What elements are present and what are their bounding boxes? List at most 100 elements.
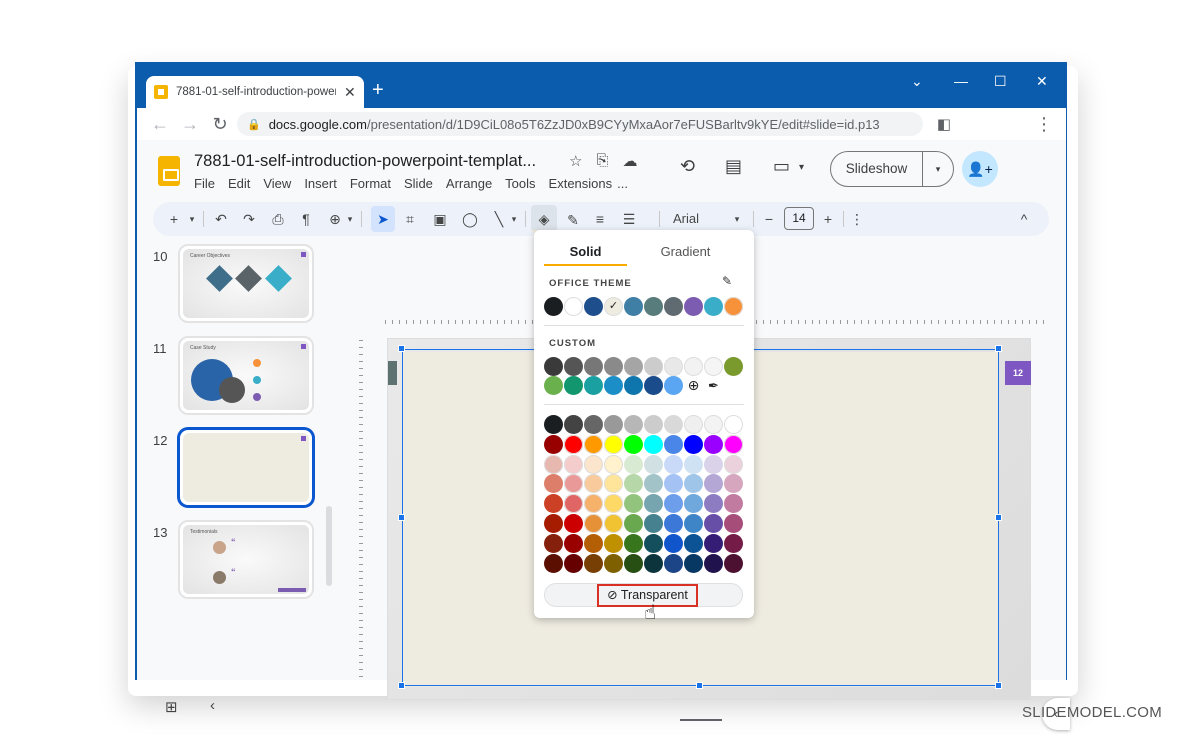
resize-handle[interactable]: [995, 682, 1002, 689]
resize-handle[interactable]: [398, 514, 405, 521]
edit-theme-icon[interactable]: ✎: [722, 274, 732, 288]
tab-solid[interactable]: Solid: [544, 240, 627, 266]
palette-color-swatch[interactable]: [584, 494, 603, 514]
theme-color-swatch[interactable]: [664, 297, 683, 316]
menu-view[interactable]: View: [263, 176, 291, 191]
palette-color-swatch[interactable]: [604, 474, 623, 494]
menu-extensions[interactable]: Extensions: [549, 176, 613, 191]
theme-color-swatch[interactable]: [724, 297, 743, 316]
custom-color-swatch[interactable]: [584, 357, 603, 376]
palette-color-swatch[interactable]: [644, 514, 663, 533]
palette-color-swatch[interactable]: [564, 434, 583, 454]
palette-color-swatch[interactable]: [704, 454, 723, 474]
palette-color-swatch[interactable]: [584, 434, 603, 454]
zoom-caret[interactable]: ▾: [345, 202, 355, 236]
move-folder-icon[interactable]: ⎘: [596, 152, 608, 170]
vertical-ruler[interactable]: [349, 340, 363, 680]
custom-color-swatch[interactable]: [624, 357, 643, 376]
new-slide-caret[interactable]: ▾: [187, 202, 197, 236]
tab-search-icon[interactable]: ⌄: [911, 73, 923, 90]
palette-color-swatch[interactable]: [564, 474, 583, 494]
palette-color-swatch[interactable]: [624, 533, 643, 553]
slide-thumbnail-11[interactable]: Case Study: [178, 336, 314, 415]
palette-color-swatch[interactable]: [544, 415, 563, 434]
resize-handle[interactable]: [995, 345, 1002, 352]
palette-color-swatch[interactable]: [664, 533, 683, 553]
custom-color-swatch[interactable]: [724, 357, 743, 376]
palette-color-swatch[interactable]: [684, 454, 703, 474]
url-input[interactable]: 🔒 docs.google.com /presentation/d/1D9CiL…: [237, 112, 923, 136]
palette-color-swatch[interactable]: [564, 494, 583, 514]
palette-color-swatch[interactable]: [604, 533, 623, 553]
palette-color-swatch[interactable]: [684, 553, 703, 573]
palette-color-swatch[interactable]: [724, 434, 743, 454]
palette-color-swatch[interactable]: [644, 474, 663, 494]
palette-color-swatch[interactable]: [564, 415, 583, 434]
eyedropper-icon[interactable]: ✒: [704, 376, 723, 395]
palette-color-swatch[interactable]: [624, 474, 643, 494]
menu-format[interactable]: Format: [350, 176, 391, 191]
custom-color-swatch[interactable]: [604, 357, 623, 376]
theme-color-swatch[interactable]: [544, 297, 563, 316]
menu-edit[interactable]: Edit: [228, 176, 250, 191]
collapse-filmstrip-icon[interactable]: ‹: [210, 697, 215, 714]
palette-color-swatch[interactable]: [724, 415, 743, 434]
custom-color-swatch[interactable]: [684, 357, 703, 376]
palette-color-swatch[interactable]: [644, 415, 663, 434]
custom-color-swatch[interactable]: [704, 357, 723, 376]
menu-arrange[interactable]: Arrange: [446, 176, 492, 191]
slide-thumbnail-12[interactable]: [178, 428, 314, 507]
palette-color-swatch[interactable]: [704, 494, 723, 514]
theme-color-swatch[interactable]: [624, 297, 643, 316]
palette-color-swatch[interactable]: [604, 514, 623, 533]
version-history-icon[interactable]: ⟲: [680, 156, 695, 177]
star-icon[interactable]: ☆: [569, 152, 582, 170]
line-caret[interactable]: ▾: [509, 202, 519, 236]
palette-color-swatch[interactable]: [724, 514, 743, 533]
meet-icon[interactable]: ▭: [773, 156, 790, 177]
menu-file[interactable]: File: [194, 176, 215, 191]
palette-color-swatch[interactable]: [664, 474, 683, 494]
tab-close-icon[interactable]: ✕: [344, 84, 356, 101]
palette-color-swatch[interactable]: [564, 514, 583, 533]
share-button[interactable]: 👤+: [962, 151, 998, 187]
palette-color-swatch[interactable]: [724, 533, 743, 553]
palette-color-swatch[interactable]: [704, 434, 723, 454]
palette-color-swatch[interactable]: [544, 533, 563, 553]
palette-color-swatch[interactable]: [704, 514, 723, 533]
palette-color-swatch[interactable]: [664, 494, 683, 514]
palette-color-swatch[interactable]: [584, 533, 603, 553]
increase-font-size-button[interactable]: +: [820, 202, 836, 236]
palette-color-swatch[interactable]: [644, 553, 663, 573]
slideshow-options-caret[interactable]: ▾: [923, 164, 953, 175]
speaker-notes-handle[interactable]: [680, 719, 722, 721]
palette-color-swatch[interactable]: [604, 494, 623, 514]
palette-color-swatch[interactable]: [624, 415, 643, 434]
resize-handle[interactable]: [398, 345, 405, 352]
palette-color-swatch[interactable]: [684, 434, 703, 454]
reload-button[interactable]: ↻: [205, 114, 235, 135]
slideshow-button[interactable]: Slideshow: [831, 152, 923, 186]
line-tool-icon[interactable]: ╲: [489, 202, 509, 236]
custom-color-swatch[interactable]: [584, 376, 603, 395]
palette-color-swatch[interactable]: [684, 514, 703, 533]
custom-color-swatch[interactable]: [644, 376, 663, 395]
theme-color-swatch[interactable]: [584, 297, 603, 316]
menu-slide[interactable]: Slide: [404, 176, 433, 191]
theme-color-swatch[interactable]: [684, 297, 703, 316]
textbox-tool-icon[interactable]: ⌗: [400, 202, 420, 236]
menu-tools[interactable]: Tools: [505, 176, 535, 191]
resize-handle[interactable]: [995, 514, 1002, 521]
print-icon[interactable]: ⎙: [268, 202, 288, 236]
border-color-icon[interactable]: ✎: [562, 205, 584, 233]
palette-color-swatch[interactable]: [584, 553, 603, 573]
slides-logo-icon[interactable]: [158, 156, 180, 186]
theme-color-swatch[interactable]: [644, 297, 663, 316]
palette-color-swatch[interactable]: [564, 553, 583, 573]
menu-insert[interactable]: Insert: [304, 176, 337, 191]
palette-color-swatch[interactable]: [664, 514, 683, 533]
image-tool-icon[interactable]: ▣: [430, 202, 450, 236]
palette-color-swatch[interactable]: [644, 454, 663, 474]
paint-format-icon[interactable]: ¶: [296, 202, 316, 236]
palette-color-swatch[interactable]: [704, 474, 723, 494]
